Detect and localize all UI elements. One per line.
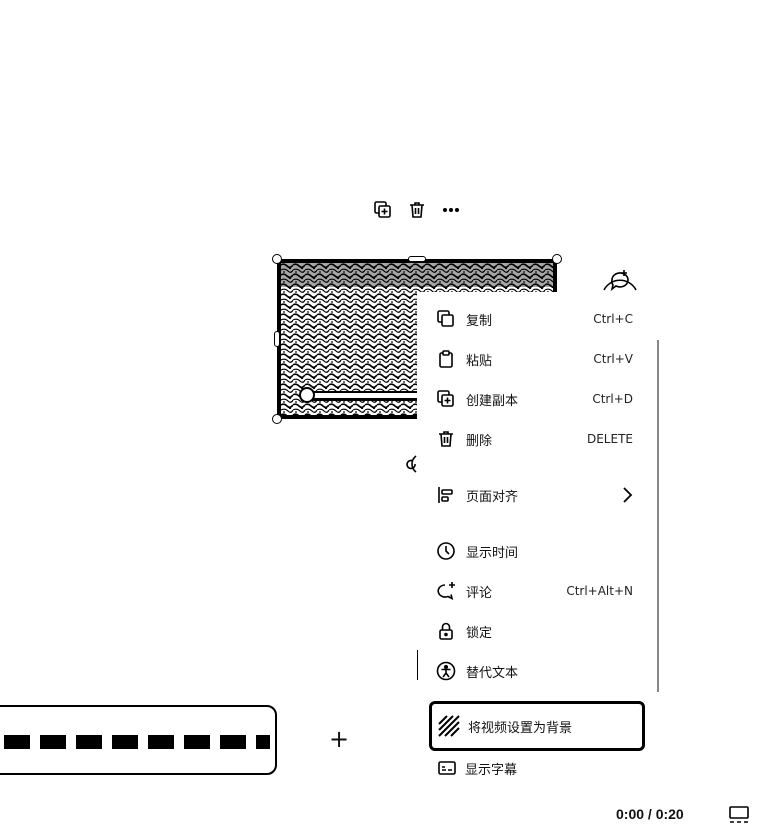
page-thumbnail[interactable] (184, 735, 210, 749)
grid-view-button[interactable] (728, 804, 750, 826)
comment-icon (435, 580, 457, 602)
resize-handle-bottom-left[interactable] (272, 414, 282, 424)
page-thumbnail[interactable] (76, 735, 102, 749)
context-menu: 复制 Ctrl+C 粘贴 Ctrl+V 创建副本 Ctrl+D 删除 DELET… (417, 292, 659, 692)
menu-item-label: 创建副本 (466, 393, 519, 409)
menu-item-alt-text[interactable]: 替代文本 (417, 656, 657, 686)
chevron-right-icon (621, 486, 633, 504)
menu-item-label: 复制 (466, 313, 493, 329)
resize-handle-top-left[interactable] (272, 254, 282, 264)
more-button[interactable] (438, 197, 464, 223)
set-video-background-button[interactable]: 将视频设置为背景 (429, 701, 645, 751)
copy-icon (435, 308, 457, 330)
accessibility-icon (435, 660, 457, 682)
page-thumbnail[interactable] (4, 735, 30, 749)
menu-item-copy[interactable]: 复制 Ctrl+C (417, 304, 657, 334)
menu-item-label: 删除 (466, 433, 493, 449)
menu-item-shortcut: Ctrl+D (592, 392, 633, 406)
show-subtitles-label: 显示字幕 (465, 762, 518, 778)
resize-handle-left[interactable] (274, 331, 280, 347)
more-dots-icon (441, 200, 461, 220)
resize-handle-top-right[interactable] (552, 254, 562, 264)
page-thumbnail[interactable] (40, 735, 66, 749)
page-thumbnail[interactable] (148, 735, 174, 749)
subtitles-icon (437, 758, 457, 778)
menu-item-label: 替代文本 (466, 665, 519, 681)
add-page-button[interactable]: + (328, 727, 350, 751)
rotate-icon (402, 452, 418, 476)
page-thumbnail[interactable] (220, 735, 246, 749)
align-page-icon (435, 484, 457, 506)
menu-item-comment[interactable]: 评论 Ctrl+Alt+N (417, 576, 657, 606)
rotate-button[interactable] (402, 452, 418, 476)
duplicate-icon (435, 388, 457, 410)
clock-icon (435, 540, 457, 562)
menu-item-show-subtitles[interactable]: 显示字幕 (429, 756, 629, 780)
page-thumbnail[interactable] (256, 735, 270, 749)
menu-item-lock[interactable]: 锁定 (417, 616, 657, 646)
clipboard-icon (435, 348, 457, 370)
lock-icon (435, 620, 457, 642)
menu-item-label: 页面对齐 (466, 489, 519, 505)
menu-item-shortcut: Ctrl+V (593, 352, 633, 366)
trash-icon (435, 428, 457, 450)
menu-border-left (417, 650, 418, 680)
set-background-label: 将视频设置为背景 (468, 720, 573, 736)
resize-handle-top[interactable] (408, 256, 426, 262)
page-thumbnail[interactable] (112, 735, 138, 749)
menu-item-shortcut: Ctrl+Alt+N (566, 584, 633, 598)
menu-item-duplicate[interactable]: 创建副本 Ctrl+D (417, 384, 657, 414)
striped-background-icon (438, 715, 460, 737)
menu-item-label: 粘贴 (466, 353, 493, 369)
grid-view-icon (728, 804, 750, 826)
menu-item-label: 锁定 (466, 625, 493, 641)
menu-item-paste[interactable]: 粘贴 Ctrl+V (417, 344, 657, 374)
menu-item-delete[interactable]: 删除 DELETE (417, 424, 657, 454)
element-toolbar (370, 197, 466, 225)
menu-item-label: 评论 (466, 585, 493, 601)
menu-border (657, 340, 659, 692)
menu-item-shortcut: Ctrl+C (593, 312, 633, 326)
copy-plus-icon (373, 200, 393, 220)
page-timeline-strip[interactable] (0, 705, 277, 775)
menu-item-show-timing[interactable]: 显示时间 (417, 536, 657, 566)
delete-button[interactable] (404, 197, 430, 223)
duplicate-button[interactable] (370, 197, 396, 223)
menu-item-shortcut: DELETE (586, 432, 633, 446)
trash-icon (407, 200, 427, 220)
menu-item-label: 显示时间 (466, 545, 519, 561)
playback-time: 0:00 / 0:20 (616, 806, 684, 822)
menu-item-align-page[interactable]: 页面对齐 (417, 480, 657, 510)
